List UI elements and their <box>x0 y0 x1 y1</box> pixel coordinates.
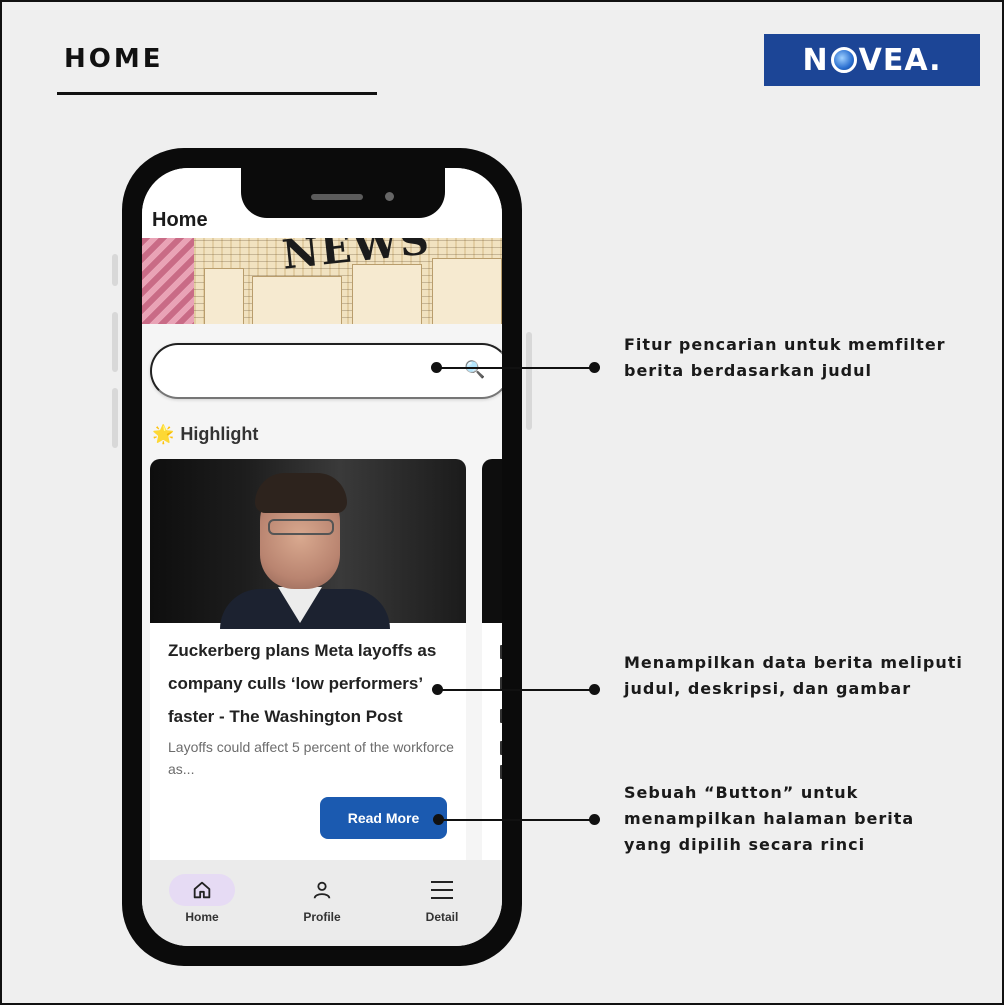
novea-logo: N VEA. <box>764 34 980 86</box>
annotation-search: Fitur pencarian untuk memfilter berita b… <box>624 335 946 380</box>
article-image <box>150 459 466 629</box>
menu-icon <box>431 881 453 899</box>
next-news-card[interactable] <box>482 459 502 879</box>
newspaper-banner-image: NEWS <box>142 238 502 324</box>
phone-screen: Home NEWS 🔍 🌟 Highlight Zuckerberg plans… <box>142 168 502 946</box>
notch-speaker <box>311 194 363 200</box>
nav-item-profile[interactable]: Profile <box>262 860 382 946</box>
phone-notch <box>241 168 445 218</box>
nav-label-home: Home <box>185 910 219 924</box>
next-card-text-fragment <box>500 645 502 659</box>
profile-icon <box>313 881 331 899</box>
phone-volume-down <box>112 388 118 448</box>
app-header-title: Home <box>152 209 208 231</box>
banner-pink-page <box>142 238 194 324</box>
annotation-news-data: Menampilkan data berita meliputi judul, … <box>624 653 963 698</box>
section-label: Highlight <box>180 424 259 444</box>
home-icon <box>193 881 211 899</box>
slide-title: HOME <box>64 44 164 74</box>
callout-line-search <box>436 367 596 369</box>
nav-item-home[interactable]: Home <box>142 860 262 946</box>
search-icon[interactable]: 🔍 <box>464 360 485 380</box>
title-underline <box>57 92 377 95</box>
callout-dot-card-end <box>589 684 600 695</box>
next-card-text-fragment <box>500 765 502 779</box>
slide-frame: HOME N VEA. Home NEWS 🔍 🌟 Highlight Zuck… <box>0 0 1004 1005</box>
banner-column <box>432 258 502 324</box>
article-title: Zuckerberg plans Meta layoffs as company… <box>168 641 437 726</box>
highlight-section-header: 🌟 Highlight <box>152 424 258 445</box>
callout-dot-search-end <box>589 362 600 373</box>
banner-column <box>352 264 422 324</box>
photo-hair <box>255 473 347 513</box>
banner-column <box>204 268 244 324</box>
read-more-button[interactable]: Read More <box>320 797 447 839</box>
banner-column <box>252 276 342 324</box>
search-input[interactable] <box>150 343 502 399</box>
callout-dot-button-end <box>589 814 600 825</box>
bottom-navigation: Home Profile Detail <box>142 860 502 946</box>
news-card[interactable]: Zuckerberg plans Meta layoffs as company… <box>150 459 466 879</box>
photo-glasses <box>268 519 334 535</box>
next-card-text-fragment <box>500 709 502 723</box>
article-description: Layoffs could affect 5 percent of the wo… <box>168 739 454 777</box>
nav-icon-wrap <box>409 874 475 906</box>
phone-mute-switch <box>112 254 118 286</box>
nav-label-detail: Detail <box>425 910 459 924</box>
next-article-image <box>482 459 502 623</box>
notch-camera <box>385 192 394 201</box>
nav-label-profile: Profile <box>303 910 341 924</box>
next-card-text-fragment <box>500 741 502 755</box>
phone-mockup: Home NEWS 🔍 🌟 Highlight Zuckerberg plans… <box>122 148 522 966</box>
nav-item-detail[interactable]: Detail <box>382 860 502 946</box>
phone-volume-up <box>112 312 118 372</box>
nav-active-indicator <box>169 874 235 906</box>
callout-line-button <box>438 819 596 821</box>
annotation-read-more-button: Sebuah “Button” untuk menampilkan halama… <box>624 783 915 854</box>
logo-letter-n: N <box>802 42 829 78</box>
callout-line-card <box>437 689 597 691</box>
phone-power-button <box>526 332 532 430</box>
globe-icon <box>830 47 857 73</box>
sparkle-star-icon: 🌟 <box>152 424 175 444</box>
nav-icon-wrap <box>289 874 355 906</box>
logo-letters-vea: VEA. <box>858 42 942 78</box>
